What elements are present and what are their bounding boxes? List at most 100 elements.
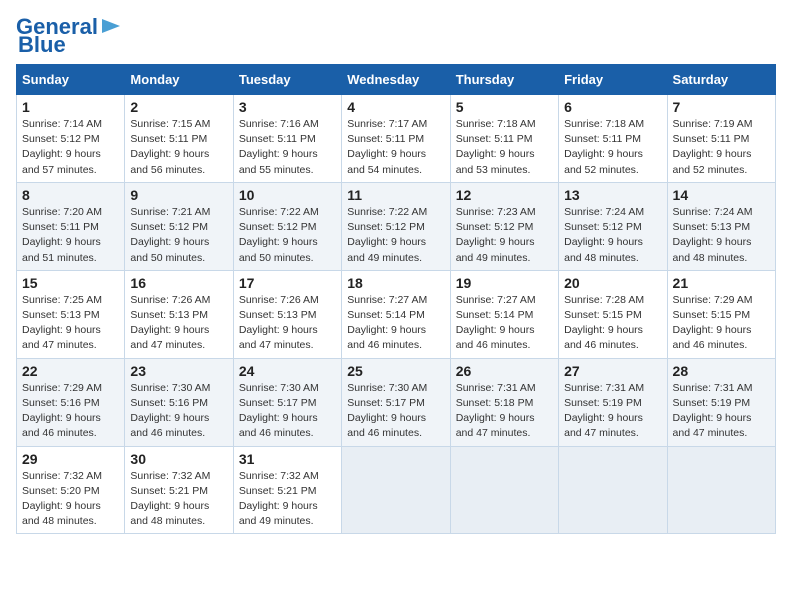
day-info: Sunrise: 7:31 AMSunset: 5:18 PMDaylight:… xyxy=(456,382,536,440)
calendar-cell: 18 Sunrise: 7:27 AMSunset: 5:14 PMDaylig… xyxy=(342,270,450,358)
day-number: 25 xyxy=(347,363,444,379)
day-info: Sunrise: 7:21 AMSunset: 5:12 PMDaylight:… xyxy=(130,206,210,264)
day-number: 7 xyxy=(673,99,770,115)
day-info: Sunrise: 7:29 AMSunset: 5:16 PMDaylight:… xyxy=(22,382,102,440)
day-number: 9 xyxy=(130,187,227,203)
header: General Blue xyxy=(16,16,776,56)
calendar-cell: 13 Sunrise: 7:24 AMSunset: 5:12 PMDaylig… xyxy=(559,182,667,270)
day-info: Sunrise: 7:22 AMSunset: 5:12 PMDaylight:… xyxy=(347,206,427,264)
day-info: Sunrise: 7:18 AMSunset: 5:11 PMDaylight:… xyxy=(564,118,644,176)
day-number: 16 xyxy=(130,275,227,291)
header-cell-wednesday: Wednesday xyxy=(342,65,450,95)
calendar-cell: 20 Sunrise: 7:28 AMSunset: 5:15 PMDaylig… xyxy=(559,270,667,358)
day-info: Sunrise: 7:19 AMSunset: 5:11 PMDaylight:… xyxy=(673,118,753,176)
day-info: Sunrise: 7:31 AMSunset: 5:19 PMDaylight:… xyxy=(564,382,644,440)
logo: General Blue xyxy=(16,16,122,56)
day-number: 11 xyxy=(347,187,444,203)
day-info: Sunrise: 7:24 AMSunset: 5:13 PMDaylight:… xyxy=(673,206,753,264)
day-info: Sunrise: 7:32 AMSunset: 5:21 PMDaylight:… xyxy=(239,470,319,528)
calendar-cell xyxy=(450,446,558,534)
day-info: Sunrise: 7:26 AMSunset: 5:13 PMDaylight:… xyxy=(239,294,319,352)
day-number: 14 xyxy=(673,187,770,203)
calendar-cell: 15 Sunrise: 7:25 AMSunset: 5:13 PMDaylig… xyxy=(17,270,125,358)
day-number: 17 xyxy=(239,275,336,291)
header-cell-monday: Monday xyxy=(125,65,233,95)
day-number: 4 xyxy=(347,99,444,115)
day-number: 10 xyxy=(239,187,336,203)
day-info: Sunrise: 7:14 AMSunset: 5:12 PMDaylight:… xyxy=(22,118,102,176)
day-number: 19 xyxy=(456,275,553,291)
calendar-cell: 1 Sunrise: 7:14 AMSunset: 5:12 PMDayligh… xyxy=(17,95,125,183)
calendar-cell: 27 Sunrise: 7:31 AMSunset: 5:19 PMDaylig… xyxy=(559,358,667,446)
calendar-cell: 5 Sunrise: 7:18 AMSunset: 5:11 PMDayligh… xyxy=(450,95,558,183)
header-cell-saturday: Saturday xyxy=(667,65,775,95)
day-info: Sunrise: 7:25 AMSunset: 5:13 PMDaylight:… xyxy=(22,294,102,352)
day-number: 21 xyxy=(673,275,770,291)
calendar-cell: 3 Sunrise: 7:16 AMSunset: 5:11 PMDayligh… xyxy=(233,95,341,183)
logo-arrow-icon xyxy=(100,15,122,37)
calendar-cell: 19 Sunrise: 7:27 AMSunset: 5:14 PMDaylig… xyxy=(450,270,558,358)
calendar-cell: 6 Sunrise: 7:18 AMSunset: 5:11 PMDayligh… xyxy=(559,95,667,183)
day-info: Sunrise: 7:24 AMSunset: 5:12 PMDaylight:… xyxy=(564,206,644,264)
day-number: 22 xyxy=(22,363,119,379)
day-info: Sunrise: 7:32 AMSunset: 5:20 PMDaylight:… xyxy=(22,470,102,528)
calendar-cell: 8 Sunrise: 7:20 AMSunset: 5:11 PMDayligh… xyxy=(17,182,125,270)
day-number: 31 xyxy=(239,451,336,467)
calendar-cell: 28 Sunrise: 7:31 AMSunset: 5:19 PMDaylig… xyxy=(667,358,775,446)
day-info: Sunrise: 7:20 AMSunset: 5:11 PMDaylight:… xyxy=(22,206,102,264)
header-cell-friday: Friday xyxy=(559,65,667,95)
calendar-cell: 24 Sunrise: 7:30 AMSunset: 5:17 PMDaylig… xyxy=(233,358,341,446)
calendar-cell: 10 Sunrise: 7:22 AMSunset: 5:12 PMDaylig… xyxy=(233,182,341,270)
day-info: Sunrise: 7:32 AMSunset: 5:21 PMDaylight:… xyxy=(130,470,210,528)
day-info: Sunrise: 7:30 AMSunset: 5:17 PMDaylight:… xyxy=(239,382,319,440)
day-number: 20 xyxy=(564,275,661,291)
week-row-4: 22 Sunrise: 7:29 AMSunset: 5:16 PMDaylig… xyxy=(17,358,776,446)
day-info: Sunrise: 7:30 AMSunset: 5:16 PMDaylight:… xyxy=(130,382,210,440)
day-number: 23 xyxy=(130,363,227,379)
day-number: 27 xyxy=(564,363,661,379)
day-info: Sunrise: 7:22 AMSunset: 5:12 PMDaylight:… xyxy=(239,206,319,264)
week-row-3: 15 Sunrise: 7:25 AMSunset: 5:13 PMDaylig… xyxy=(17,270,776,358)
calendar-cell: 4 Sunrise: 7:17 AMSunset: 5:11 PMDayligh… xyxy=(342,95,450,183)
week-row-5: 29 Sunrise: 7:32 AMSunset: 5:20 PMDaylig… xyxy=(17,446,776,534)
header-cell-thursday: Thursday xyxy=(450,65,558,95)
calendar-cell: 21 Sunrise: 7:29 AMSunset: 5:15 PMDaylig… xyxy=(667,270,775,358)
day-number: 29 xyxy=(22,451,119,467)
day-info: Sunrise: 7:18 AMSunset: 5:11 PMDaylight:… xyxy=(456,118,536,176)
day-info: Sunrise: 7:26 AMSunset: 5:13 PMDaylight:… xyxy=(130,294,210,352)
day-number: 28 xyxy=(673,363,770,379)
calendar-cell: 14 Sunrise: 7:24 AMSunset: 5:13 PMDaylig… xyxy=(667,182,775,270)
calendar-cell xyxy=(667,446,775,534)
day-info: Sunrise: 7:16 AMSunset: 5:11 PMDaylight:… xyxy=(239,118,319,176)
day-number: 30 xyxy=(130,451,227,467)
day-number: 24 xyxy=(239,363,336,379)
calendar-cell xyxy=(342,446,450,534)
day-info: Sunrise: 7:28 AMSunset: 5:15 PMDaylight:… xyxy=(564,294,644,352)
day-number: 18 xyxy=(347,275,444,291)
day-number: 12 xyxy=(456,187,553,203)
calendar-cell xyxy=(559,446,667,534)
header-cell-sunday: Sunday xyxy=(17,65,125,95)
day-number: 3 xyxy=(239,99,336,115)
day-info: Sunrise: 7:27 AMSunset: 5:14 PMDaylight:… xyxy=(456,294,536,352)
day-info: Sunrise: 7:27 AMSunset: 5:14 PMDaylight:… xyxy=(347,294,427,352)
calendar-cell: 16 Sunrise: 7:26 AMSunset: 5:13 PMDaylig… xyxy=(125,270,233,358)
week-row-1: 1 Sunrise: 7:14 AMSunset: 5:12 PMDayligh… xyxy=(17,95,776,183)
calendar-cell: 22 Sunrise: 7:29 AMSunset: 5:16 PMDaylig… xyxy=(17,358,125,446)
day-number: 5 xyxy=(456,99,553,115)
calendar-cell: 30 Sunrise: 7:32 AMSunset: 5:21 PMDaylig… xyxy=(125,446,233,534)
day-info: Sunrise: 7:31 AMSunset: 5:19 PMDaylight:… xyxy=(673,382,753,440)
calendar-cell: 11 Sunrise: 7:22 AMSunset: 5:12 PMDaylig… xyxy=(342,182,450,270)
calendar-cell: 25 Sunrise: 7:30 AMSunset: 5:17 PMDaylig… xyxy=(342,358,450,446)
calendar-cell: 7 Sunrise: 7:19 AMSunset: 5:11 PMDayligh… xyxy=(667,95,775,183)
calendar-cell: 12 Sunrise: 7:23 AMSunset: 5:12 PMDaylig… xyxy=(450,182,558,270)
calendar-cell: 26 Sunrise: 7:31 AMSunset: 5:18 PMDaylig… xyxy=(450,358,558,446)
calendar-table: SundayMondayTuesdayWednesdayThursdayFrid… xyxy=(16,64,776,534)
day-number: 6 xyxy=(564,99,661,115)
day-number: 26 xyxy=(456,363,553,379)
day-info: Sunrise: 7:29 AMSunset: 5:15 PMDaylight:… xyxy=(673,294,753,352)
day-number: 1 xyxy=(22,99,119,115)
day-info: Sunrise: 7:15 AMSunset: 5:11 PMDaylight:… xyxy=(130,118,210,176)
calendar-header-row: SundayMondayTuesdayWednesdayThursdayFrid… xyxy=(17,65,776,95)
day-info: Sunrise: 7:30 AMSunset: 5:17 PMDaylight:… xyxy=(347,382,427,440)
